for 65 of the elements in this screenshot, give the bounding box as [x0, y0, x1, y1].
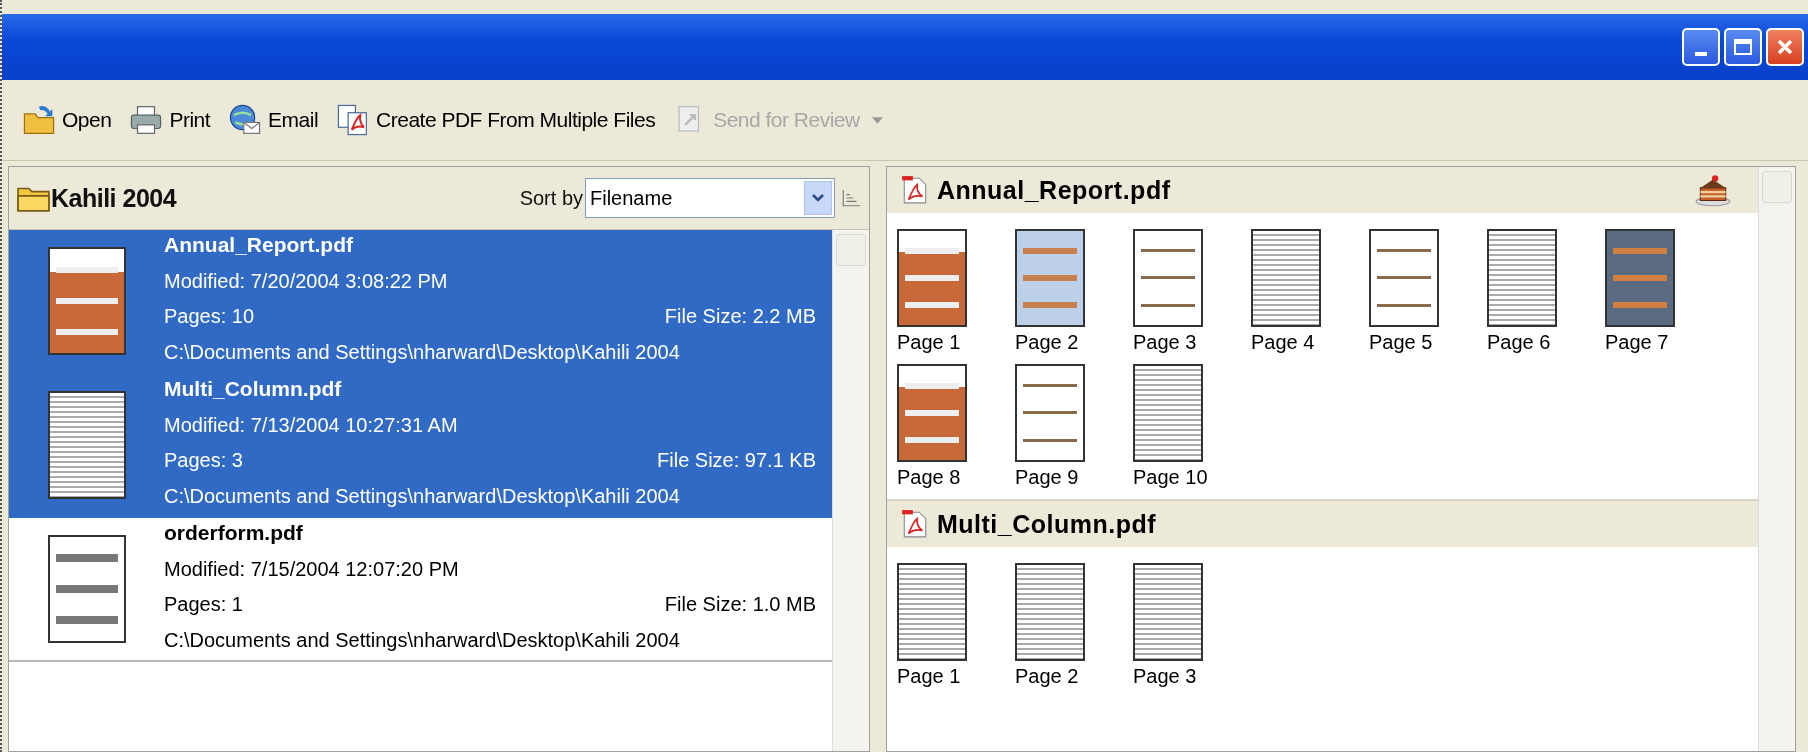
file-name: Multi_Column.pdf: [164, 376, 343, 402]
file-name: Annual_Report.pdf: [164, 232, 354, 258]
file-row[interactable]: orderform.pdf Modified: 7/15/2004 12:07:20 PM Pages: 1 File Size: 1.0 MB C:\Documents and Settings\nharward\Desktop\Kahili 2004: [9, 518, 832, 662]
document-title: Annual_Report.pdf: [937, 175, 1171, 205]
file-size: File Size: 1.0 MB: [664, 592, 816, 617]
page-label: Page 2: [1015, 331, 1079, 354]
pdf-icon: [901, 175, 929, 205]
page-label: Page 10: [1133, 466, 1208, 489]
page-label: Page 1: [897, 331, 961, 354]
file-row[interactable]: Multi_Column.pdf Modified: 7/13/2004 10:27:31 AM Pages: 3 File Size: 97.1 KB C:\Documents and Settings\nharward\Desktop\Kahili 2004: [9, 374, 832, 518]
page-thumbnail[interactable]: [897, 364, 967, 462]
page-thumbnail[interactable]: [1133, 563, 1203, 661]
close-button[interactable]: [1766, 28, 1804, 66]
page-thumbnail[interactable]: [897, 229, 967, 327]
folder-title: Kahili 2004: [51, 183, 177, 213]
page-count: Pages: 10: [164, 304, 255, 329]
file-size: File Size: 97.1 KB: [657, 448, 816, 473]
modified-date: Modified: 7/13/2004 10:27:31 AM: [164, 412, 459, 437]
file-path: C:\Documents and Settings\nharward\Desktop\Kahili 2004: [164, 339, 681, 364]
modified-date: Modified: 7/15/2004 12:07:20 PM: [164, 556, 460, 581]
toolbar-button[interactable]: Create PDF From Multiple Files: [334, 101, 658, 139]
globe-envelope-icon: [228, 103, 263, 137]
page-thumbnail[interactable]: [1487, 229, 1557, 327]
file-name: orderform.pdf: [164, 520, 304, 546]
page-thumbnail[interactable]: [897, 563, 967, 661]
page-label: Page 3: [1133, 665, 1197, 688]
page-thumbnail[interactable]: [1605, 229, 1675, 327]
page-label: Page 2: [1015, 665, 1079, 688]
page-thumbnail[interactable]: [1015, 364, 1085, 462]
sort-label: Sort by: [519, 186, 583, 210]
sort-dropdown[interactable]: Filename: [585, 178, 835, 218]
page-label: Page 7: [1605, 331, 1669, 354]
page-thumbnail[interactable]: [1251, 229, 1321, 327]
page-thumbnail[interactable]: [1133, 364, 1203, 462]
page-thumbnail[interactable]: [1015, 563, 1085, 661]
toolbar-button[interactable]: Email: [226, 101, 321, 139]
scrollbar[interactable]: [1758, 167, 1795, 751]
page-label: Page 1: [897, 665, 961, 688]
page-thumbnail[interactable]: [1369, 229, 1439, 327]
toolbar-button[interactable]: Print: [127, 101, 213, 139]
page-label: Page 6: [1487, 331, 1551, 354]
maximize-button[interactable]: [1724, 28, 1762, 66]
scrollbar[interactable]: [832, 230, 869, 751]
page-label: Page 4: [1251, 331, 1315, 354]
printer-icon: [129, 103, 164, 137]
file-size: File Size: 2.2 MB: [664, 304, 816, 329]
document-title: Multi_Column.pdf: [937, 509, 1157, 539]
page-label: Page 9: [1015, 466, 1079, 489]
minimize-button[interactable]: [1682, 28, 1720, 66]
pdf-icon: [901, 509, 929, 539]
toolbar-button[interactable]: Open: [20, 101, 114, 139]
page-label: Page 8: [897, 466, 961, 489]
modified-date: Modified: 7/20/2004 3:08:22 PM: [164, 268, 449, 293]
page-label: Page 3: [1133, 331, 1197, 354]
file-row[interactable]: Annual_Report.pdf Modified: 7/20/2004 3:08:22 PM Pages: 10 File Size: 2.2 MB C:\Documents and Settings\nharward\Desktop\Kahili 2004: [9, 230, 832, 374]
cake-icon: [1694, 173, 1732, 207]
page-count: Pages: 3: [164, 448, 243, 473]
file-path: C:\Documents and Settings\nharward\Desktop\Kahili 2004: [164, 627, 681, 652]
page-thumbnail[interactable]: [1015, 229, 1085, 327]
page-count: Pages: 1: [164, 592, 243, 617]
folder-icon: [22, 103, 56, 137]
page-label: Page 5: [1369, 331, 1433, 354]
sort-order-icon[interactable]: [841, 188, 861, 208]
file-path: C:\Documents and Settings\nharward\Desktop\Kahili 2004: [164, 483, 681, 508]
page-thumbnail[interactable]: [1133, 229, 1203, 327]
